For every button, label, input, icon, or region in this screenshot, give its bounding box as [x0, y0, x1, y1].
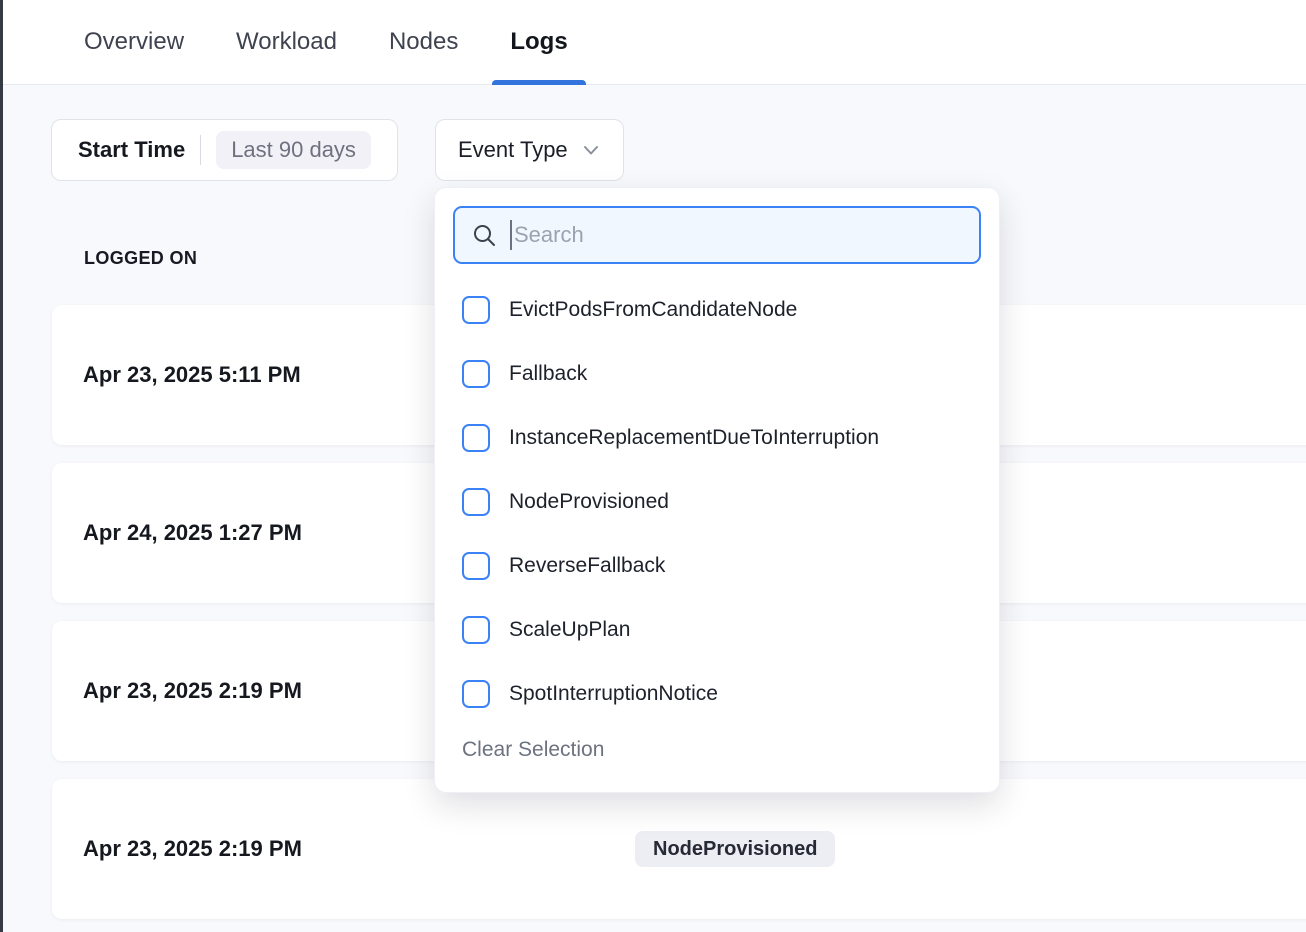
logged-on-value: Apr 23, 2025 2:19 PM [83, 836, 302, 862]
option-label: SpotInterruptionNotice [509, 682, 718, 706]
checkbox-icon[interactable] [462, 488, 490, 516]
dropdown-search-box[interactable] [453, 206, 981, 264]
checkbox-icon[interactable] [462, 296, 490, 324]
column-header-logged-on: LOGGED ON [84, 248, 197, 269]
text-cursor [510, 220, 512, 250]
clear-selection-link[interactable]: Clear Selection [453, 738, 604, 762]
search-input[interactable] [514, 222, 963, 248]
tab-workload[interactable]: Workload [218, 0, 355, 84]
option-label: ReverseFallback [509, 554, 665, 578]
filter-divider [200, 135, 201, 165]
option-instancereplacementduetointerruption[interactable]: InstanceReplacementDueToInterruption [453, 406, 981, 470]
logged-on-value: Apr 23, 2025 2:19 PM [83, 678, 302, 704]
start-time-filter[interactable]: Start Time Last 90 days [51, 119, 398, 181]
table-row[interactable]: Apr 23, 2025 2:19 PM NodeProvisioned [52, 779, 1306, 919]
start-time-label: Start Time [78, 137, 185, 163]
app-left-edge [0, 0, 3, 932]
checkbox-icon[interactable] [462, 360, 490, 388]
option-label: EvictPodsFromCandidateNode [509, 298, 797, 322]
logged-on-value: Apr 23, 2025 5:11 PM [83, 362, 301, 388]
option-label: ScaleUpPlan [509, 618, 630, 642]
start-time-value: Last 90 days [216, 131, 371, 169]
search-icon [471, 222, 498, 249]
checkbox-icon[interactable] [462, 616, 490, 644]
chevron-down-icon [581, 140, 601, 160]
tab-nodes[interactable]: Nodes [371, 0, 476, 84]
event-type-label: Event Type [458, 137, 568, 163]
option-evictpodsfromcandidatenode[interactable]: EvictPodsFromCandidateNode [453, 278, 981, 342]
tab-bar: Overview Workload Nodes Logs [0, 0, 1306, 85]
option-spotinterruptionnotice[interactable]: SpotInterruptionNotice [453, 662, 981, 726]
event-type-dropdown: EvictPodsFromCandidateNode Fallback Inst… [434, 187, 1000, 793]
checkbox-icon[interactable] [462, 680, 490, 708]
checkbox-icon[interactable] [462, 424, 490, 452]
checkbox-icon[interactable] [462, 552, 490, 580]
event-type-badge: NodeProvisioned [635, 831, 835, 867]
tab-overview[interactable]: Overview [66, 0, 202, 84]
tab-logs[interactable]: Logs [492, 0, 585, 84]
option-reversefallback[interactable]: ReverseFallback [453, 534, 981, 598]
event-type-filter[interactable]: Event Type [435, 119, 624, 181]
option-scaleupplan[interactable]: ScaleUpPlan [453, 598, 981, 662]
option-label: NodeProvisioned [509, 490, 669, 514]
option-label: InstanceReplacementDueToInterruption [509, 426, 879, 450]
option-fallback[interactable]: Fallback [453, 342, 981, 406]
logged-on-value: Apr 24, 2025 1:27 PM [83, 520, 302, 546]
option-label: Fallback [509, 362, 587, 386]
event-type-options: EvictPodsFromCandidateNode Fallback Inst… [453, 278, 981, 726]
option-nodeprovisioned[interactable]: NodeProvisioned [453, 470, 981, 534]
